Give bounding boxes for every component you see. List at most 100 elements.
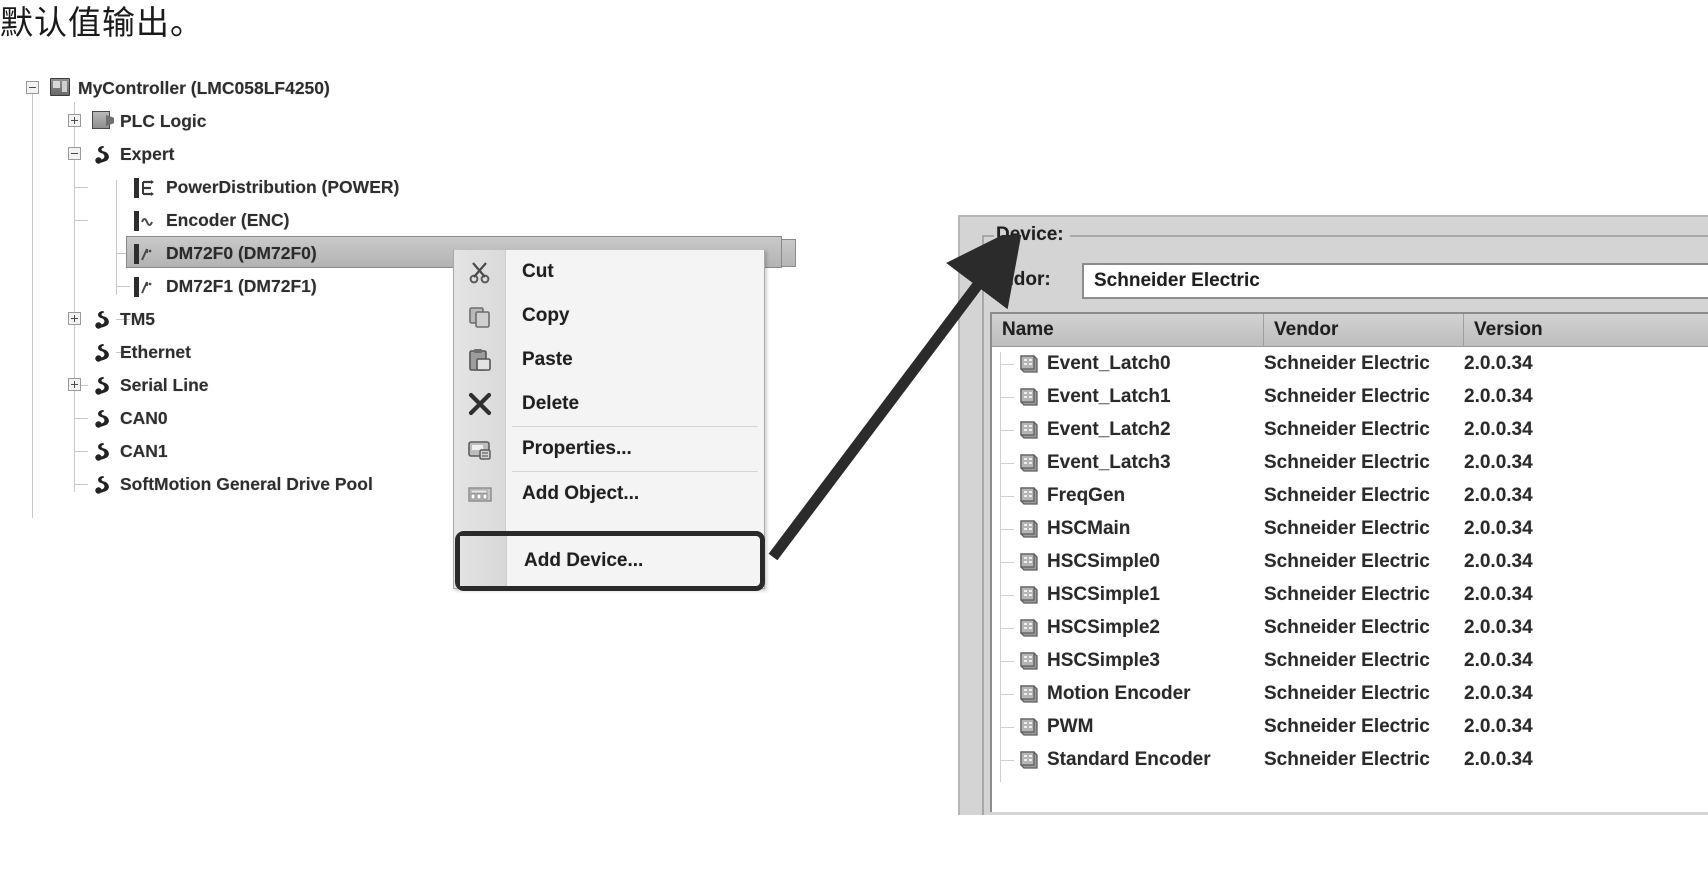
add-device-label: Add Device... [524,550,644,571]
tree-item[interactable]: Encoder (ENC) [26,204,666,237]
node-icon [92,342,110,362]
device-item-icon [1018,716,1039,738]
device-vendor: Schneider Electric [1264,649,1430,671]
tree-item-label: PLC Logic [120,111,207,131]
menu-item-label: Cut [522,261,554,282]
device-name-cell: HSCSimple1 [992,582,1264,617]
table-row[interactable]: PWM Schneider Electric 2.0.0.34 [992,710,1708,749]
device-name-cell: Standard Encoder [992,747,1264,782]
device-list[interactable]: Name Vendor Version Event_Latch0 Schneide… [990,312,1708,812]
properties-icon [467,436,493,462]
device-name: Event_Latch0 [1047,352,1171,374]
vendor-input[interactable]: Schneider Electric [1082,263,1708,299]
menu-item-label: Properties... [522,438,632,459]
add-device-menu-item[interactable]: Add Device... [455,531,765,591]
menu-item-label: Paste [522,349,573,370]
table-row[interactable]: HSCSimple2 Schneider Electric 2.0.0.34 [992,611,1708,650]
device-item-icon [1018,749,1039,771]
device-name: HSCSimple2 [1047,616,1160,638]
tree-item-label: Encoder (ENC) [166,210,290,230]
tree-item-label: MyController (LMC058LF4250) [78,78,330,98]
device-item-icon [1018,584,1039,606]
table-row[interactable]: HSCSimple0 Schneider Electric 2.0.0.34 [992,545,1708,584]
node-icon [92,144,110,164]
tree-guide [116,286,130,287]
table-row[interactable]: HSCMain Schneider Electric 2.0.0.34 [992,512,1708,551]
tree-item-label: PowerDistribution (POWER) [166,177,400,197]
tree-expander-plus[interactable] [68,114,81,127]
menu-item-label: Add Object... [522,483,640,504]
table-row[interactable]: Event_Latch2 Schneider Electric 2.0.0.34 [992,413,1708,452]
add-object-icon [467,481,493,507]
device-name: PWM [1047,715,1094,737]
tree-expander-minus[interactable] [26,81,39,94]
tree-expander-minus[interactable] [68,147,81,160]
node-icon [92,309,110,329]
menu-item[interactable]: Paste [454,338,764,382]
device-vendor: Schneider Electric [1264,484,1430,506]
table-row[interactable]: Event_Latch0 Schneider Electric 2.0.0.34 [992,347,1708,386]
device-name: Standard Encoder [1047,748,1211,770]
column-header-version[interactable]: Version [1464,314,1624,346]
table-row[interactable]: HSCSimple3 Schneider Electric 2.0.0.34 [992,644,1708,683]
device-version: 2.0.0.34 [1464,715,1533,737]
table-row[interactable]: FreqGen Schneider Electric 2.0.0.34 [992,479,1708,518]
device-name-cell: HSCSimple2 [992,615,1264,650]
tree-item[interactable]: Expert [26,138,666,171]
menu-item[interactable]: Properties... [454,427,764,471]
tree-guide [116,180,117,295]
x-delete-icon [467,391,493,417]
device-item-icon [1018,683,1039,705]
device-name: Event_Latch2 [1047,418,1171,440]
menu-item[interactable]: Delete [454,382,764,426]
menu-item-label: Delete [522,393,580,414]
device-name: Motion Encoder [1047,682,1191,704]
device-name-cell: PWM [992,714,1264,749]
column-header-vendor[interactable]: Vendor [1264,314,1464,346]
node-icon [92,375,110,395]
tree-item-label: Serial Line [120,375,209,395]
device-version: 2.0.0.34 [1464,385,1533,407]
device-vendor: Schneider Electric [1264,583,1430,605]
scissors-icon [467,259,493,285]
device-name: HSCSimple3 [1047,649,1160,671]
table-row[interactable]: Standard Encoder Schneider Electric 2.0.0.… [992,743,1708,782]
tree-guide [74,187,88,188]
menu-item[interactable]: Copy [454,294,764,338]
device-name: FreqGen [1047,484,1126,506]
table-row[interactable]: Event_Latch3 Schneider Electric 2.0.0.34 [992,446,1708,485]
menu-item[interactable]: Add Object... [454,472,764,516]
tree-guide [74,418,88,419]
device-vendor: Schneider Electric [1264,715,1430,737]
tree-expander-plus[interactable] [68,312,81,325]
callout-arrow [768,235,1024,561]
tree-item[interactable]: MyController (LMC058LF4250) [26,72,666,105]
paste-icon [467,347,493,373]
device-name: Event_Latch1 [1047,385,1171,407]
tree-item-label: CAN1 [120,441,168,461]
device-version: 2.0.0.34 [1464,418,1533,440]
tree-guide [74,484,88,485]
table-row[interactable]: Motion Encoder Schneider Electric 2.0.0.34 [992,677,1708,716]
device-version: 2.0.0.34 [1464,616,1533,638]
device-version: 2.0.0.34 [1464,352,1533,374]
menu-item[interactable]: Cut [454,250,764,294]
menu-item-label: Copy [522,305,570,326]
tree-item-label: DM72F1 (DM72F1) [166,276,317,296]
device-vendor: Schneider Electric [1264,682,1430,704]
tree-expander-plus[interactable] [68,378,81,391]
device-version: 2.0.0.34 [1464,517,1533,539]
node-icon [92,474,110,494]
device-version: 2.0.0.34 [1464,550,1533,572]
node-icon [92,408,110,428]
device-name-cell: Motion Encoder [992,681,1264,716]
device-item-icon [1018,650,1039,672]
tree-item[interactable]: PLC Logic [26,105,666,138]
device-vendor: Schneider Electric [1264,517,1430,539]
device-vendor: Schneider Electric [1264,451,1430,473]
tree-item[interactable]: PowerDistribution (POWER) [26,171,666,204]
device-vendor: Schneider Electric [1264,385,1430,407]
tree-guide [74,220,88,221]
table-row[interactable]: Event_Latch1 Schneider Electric 2.0.0.34 [992,380,1708,419]
table-row[interactable]: HSCSimple1 Schneider Electric 2.0.0.34 [992,578,1708,617]
